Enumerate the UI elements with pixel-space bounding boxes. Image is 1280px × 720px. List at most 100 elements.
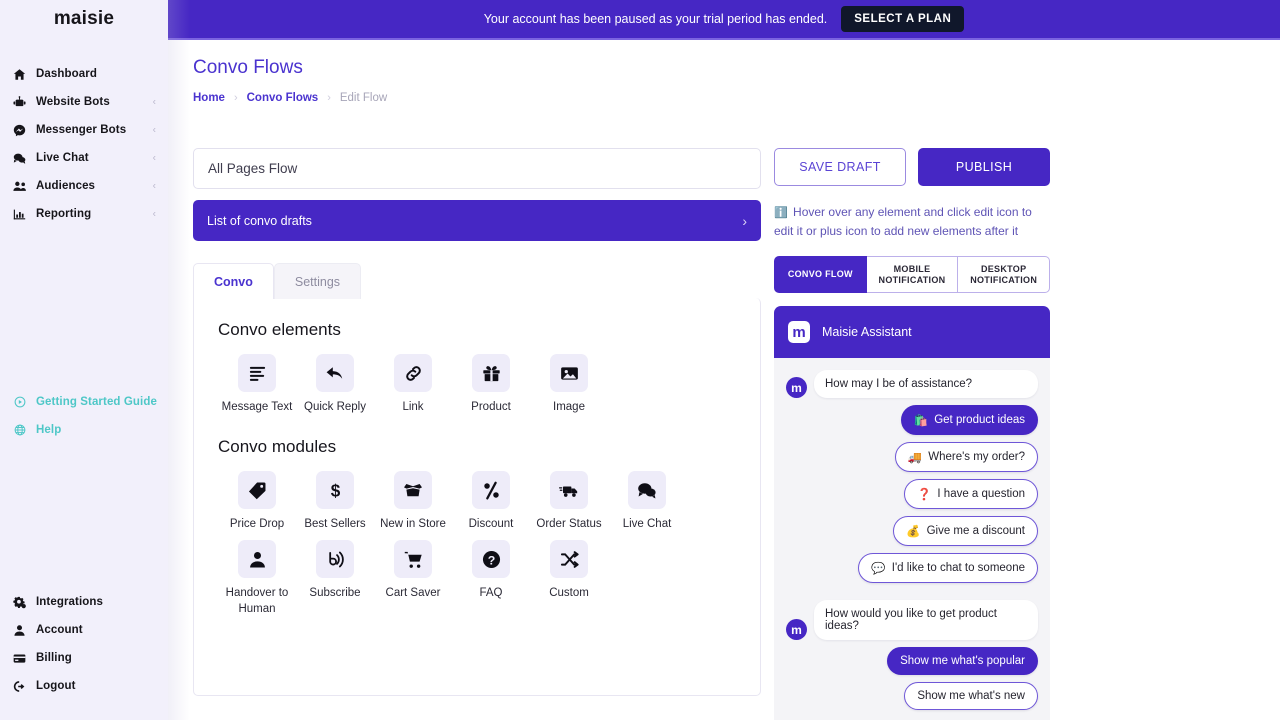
quick-reply-i-have-a-question[interactable]: ❓ I have a question: [904, 479, 1038, 509]
chevron-left-icon: ‹: [153, 153, 156, 164]
element-product[interactable]: Product: [452, 354, 530, 415]
sidebar-item-website-bots[interactable]: Website Bots ‹: [0, 88, 168, 116]
quick-reply-give-me-a-discount[interactable]: 💰 Give me a discount: [893, 516, 1038, 546]
sidebar-item-account[interactable]: Account: [0, 616, 168, 644]
element-label: Image: [532, 399, 606, 415]
gift-icon: [472, 354, 510, 392]
sidebar-item-messenger-bots[interactable]: Messenger Bots ‹: [0, 116, 168, 144]
reply-arrow-icon: [316, 354, 354, 392]
save-draft-button[interactable]: SAVE DRAFT: [774, 148, 906, 186]
trial-banner-message: Your account has been paused as your tri…: [484, 12, 828, 26]
home-icon: [12, 68, 27, 81]
module-handover-to-human[interactable]: Handover to Human: [218, 540, 296, 617]
sidebar-item-label: Messenger Bots: [36, 124, 126, 136]
select-a-plan-button[interactable]: SELECT A PLAN: [841, 6, 964, 32]
breadcrumb-convo-flows[interactable]: Convo Flows: [247, 92, 319, 104]
globe-icon: [12, 424, 27, 436]
sidebar-item-logout[interactable]: Logout: [0, 672, 168, 700]
tab-desktop-notification[interactable]: DESKTOP NOTIFICATION: [958, 256, 1050, 293]
sidebar-item-billing[interactable]: Billing: [0, 644, 168, 672]
brand-logo[interactable]: maisie: [0, 0, 168, 38]
chat-quick-reply: 🚚 Where's my order?: [786, 442, 1038, 472]
sidebar-item-integrations[interactable]: Integrations: [0, 588, 168, 616]
convo-modules-grid: Price Drop $ Best Sellers N: [218, 471, 736, 625]
avatar: m: [786, 619, 807, 640]
quick-reply-show-whats-popular[interactable]: Show me what's popular: [887, 647, 1038, 675]
element-image[interactable]: Image: [530, 354, 608, 415]
app-root: maisie Dashboard Website Bots ‹ Mess: [0, 0, 1280, 720]
element-link[interactable]: Link: [374, 354, 452, 415]
sidebar-item-label: Billing: [36, 652, 72, 664]
maisie-logo-icon: m: [788, 321, 810, 343]
module-new-in-store[interactable]: New in Store: [374, 471, 452, 532]
sidebar-item-reporting[interactable]: Reporting ‹: [0, 200, 168, 228]
chat-bubble-text: How may I be of assistance?: [814, 370, 1038, 398]
module-order-status[interactable]: Order Status: [530, 471, 608, 532]
chevron-left-icon: ‹: [153, 97, 156, 108]
tab-convo-flow[interactable]: CONVO FLOW: [774, 256, 867, 293]
element-label: Product: [454, 399, 528, 415]
chevron-right-icon: ›: [742, 213, 747, 229]
speech-balloon-icon: 💬: [871, 561, 885, 575]
chat-bubble-text: How would you like to get product ideas?: [814, 600, 1038, 640]
publish-button[interactable]: PUBLISH: [918, 148, 1050, 186]
main-area: Your account has been paused as your tri…: [168, 0, 1280, 720]
module-label: Custom: [532, 585, 606, 601]
image-icon: [550, 354, 588, 392]
sidebar-item-getting-started-guide[interactable]: Getting Started Guide: [0, 388, 168, 416]
play-circle-icon: [12, 396, 27, 408]
person-icon: [238, 540, 276, 578]
shopping-cart-icon: [394, 540, 432, 578]
chat-message-bot: m How may I be of assistance?: [786, 370, 1038, 398]
delivery-truck-icon: [550, 471, 588, 509]
chat-message-bot: m How would you like to get product idea…: [786, 600, 1038, 640]
link-icon: [394, 354, 432, 392]
convo-drafts-button[interactable]: List of convo drafts ›: [193, 200, 761, 241]
sidebar-item-help[interactable]: Help: [0, 416, 168, 444]
robot-icon: [12, 96, 27, 109]
quick-reply-get-product-ideas[interactable]: 🛍️ Get product ideas: [901, 405, 1038, 435]
sidebar-item-live-chat[interactable]: Live Chat ‹: [0, 144, 168, 172]
module-cart-saver[interactable]: Cart Saver: [374, 540, 452, 617]
module-custom[interactable]: Custom: [530, 540, 608, 617]
element-label: Quick Reply: [298, 399, 372, 415]
sidebar-item-dashboard[interactable]: Dashboard: [0, 60, 168, 88]
quick-reply-wheres-my-order[interactable]: 🚚 Where's my order?: [895, 442, 1038, 472]
quick-reply-show-whats-new[interactable]: Show me what's new: [904, 682, 1038, 710]
element-quick-reply[interactable]: Quick Reply: [296, 354, 374, 415]
messenger-icon: [12, 124, 27, 137]
chat-gap: [786, 590, 1038, 593]
information-icon: ℹ️: [774, 207, 788, 219]
convo-elements-grid: Message Text Quick Reply L: [218, 354, 736, 423]
brand-logo-text: maisie: [54, 8, 114, 30]
secondary-nav: Integrations Account Billing Logout: [0, 588, 168, 700]
chat-quick-reply: 💬 I'd like to chat to someone: [786, 553, 1038, 583]
module-label: Handover to Human: [220, 585, 294, 617]
breadcrumb-home[interactable]: Home: [193, 92, 225, 104]
chat-title: Maisie Assistant: [822, 325, 912, 339]
module-label: Best Sellers: [298, 516, 372, 532]
editor-hint: ℹ️ Hover over any element and click edit…: [774, 203, 1050, 240]
flow-name-input[interactable]: All Pages Flow: [193, 148, 761, 189]
section-gap: [218, 423, 736, 437]
quick-reply-chat-to-someone[interactable]: 💬 I'd like to chat to someone: [858, 553, 1038, 583]
credit-card-icon: [12, 652, 27, 665]
module-label: New in Store: [376, 516, 450, 532]
chevron-right-icon: ›: [234, 92, 238, 104]
module-live-chat[interactable]: Live Chat: [608, 471, 686, 532]
tab-settings[interactable]: Settings: [274, 263, 361, 299]
sidebar-item-label: Website Bots: [36, 96, 110, 108]
sidebar-item-audiences[interactable]: Audiences ‹: [0, 172, 168, 200]
message-text-icon: [238, 354, 276, 392]
quick-reply-label: Give me a discount: [927, 525, 1025, 537]
tab-mobile-notification[interactable]: MOBILE NOTIFICATION: [867, 256, 959, 293]
module-price-drop[interactable]: Price Drop: [218, 471, 296, 532]
module-best-sellers[interactable]: $ Best Sellers: [296, 471, 374, 532]
question-circle-icon: ?: [472, 540, 510, 578]
module-subscribe[interactable]: Subscribe: [296, 540, 374, 617]
module-discount[interactable]: Discount: [452, 471, 530, 532]
tab-convo[interactable]: Convo: [193, 263, 274, 299]
element-message-text[interactable]: Message Text: [218, 354, 296, 415]
module-label: Price Drop: [220, 516, 294, 532]
module-faq[interactable]: ? FAQ: [452, 540, 530, 617]
